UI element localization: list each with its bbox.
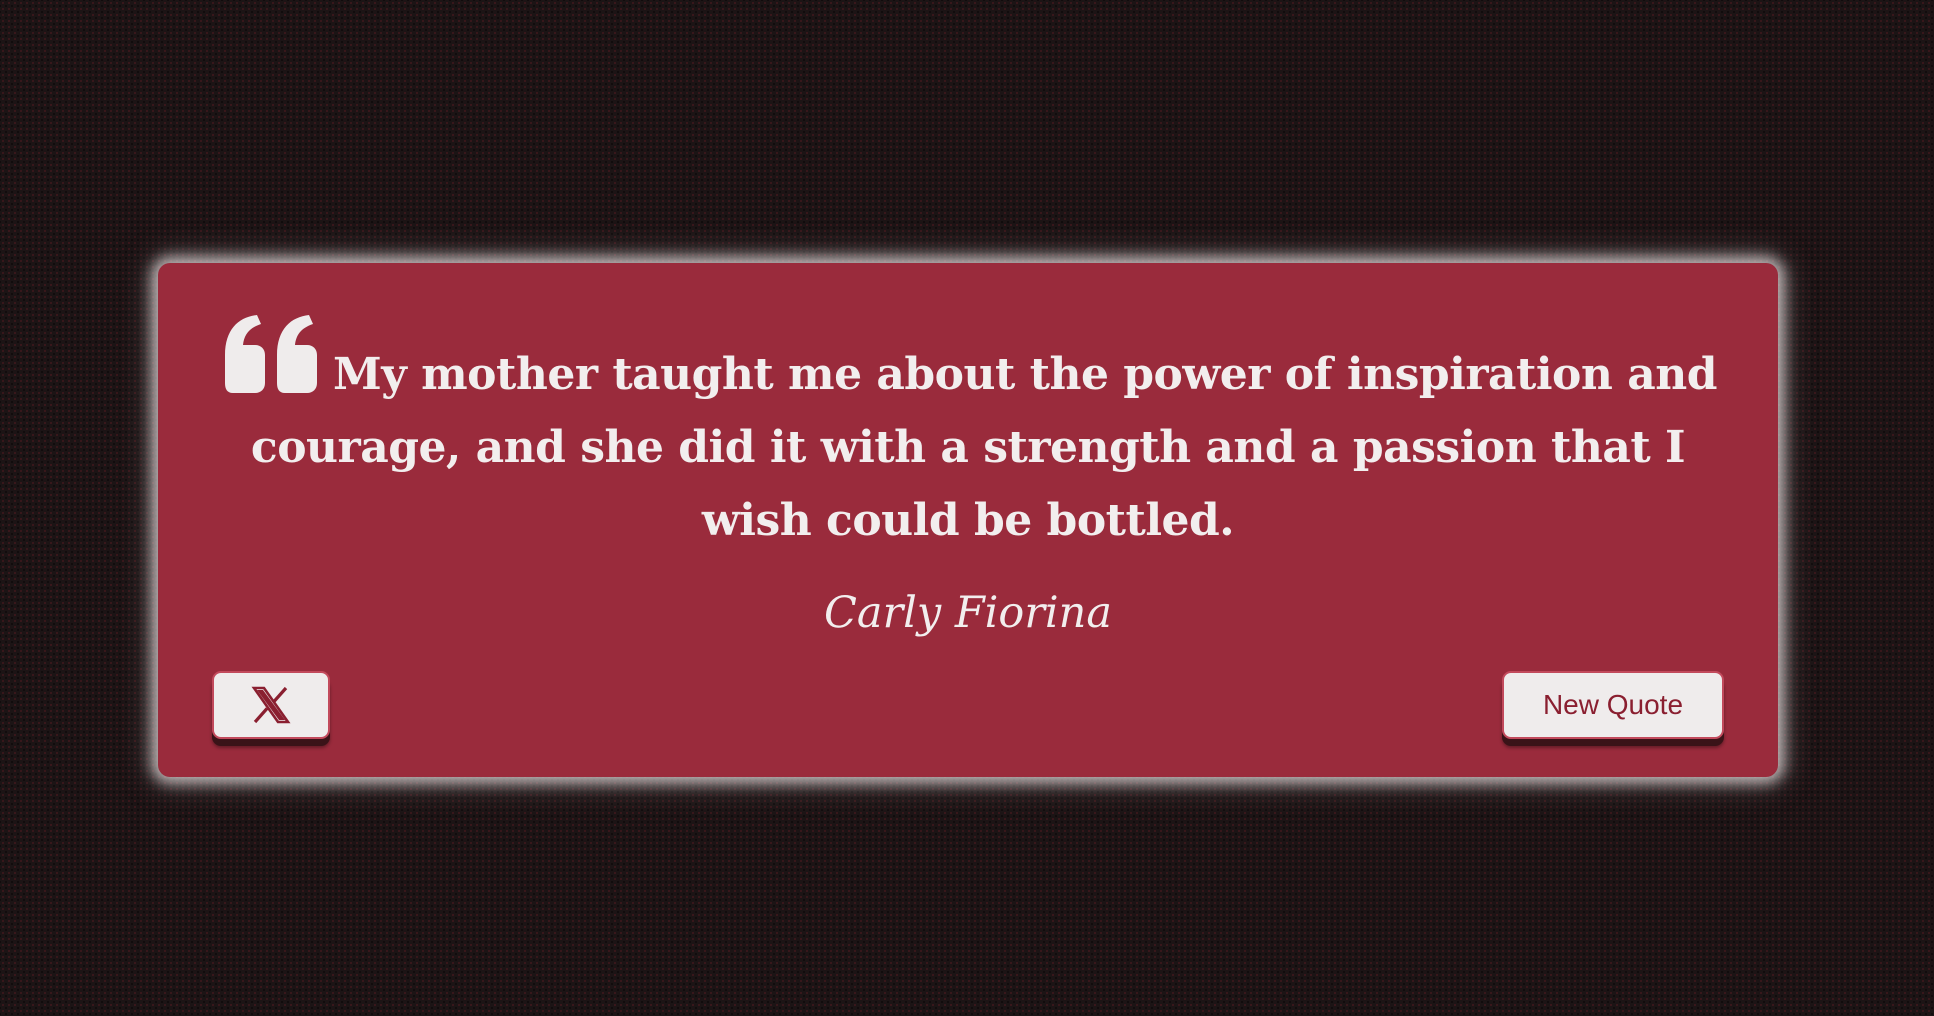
quote-left-icon [219, 315, 323, 393]
tweet-quote-button[interactable] [212, 671, 330, 739]
new-quote-button[interactable]: New Quote [1502, 671, 1724, 739]
quote-author: Carly Fiorina [824, 588, 1112, 638]
quote-text-container: My mother taught me about the power of i… [214, 315, 1722, 557]
x-logo-icon [251, 686, 291, 724]
quote-box: My mother taught me about the power of i… [158, 263, 1778, 777]
quote-text: My mother taught me about the power of i… [250, 349, 1718, 546]
